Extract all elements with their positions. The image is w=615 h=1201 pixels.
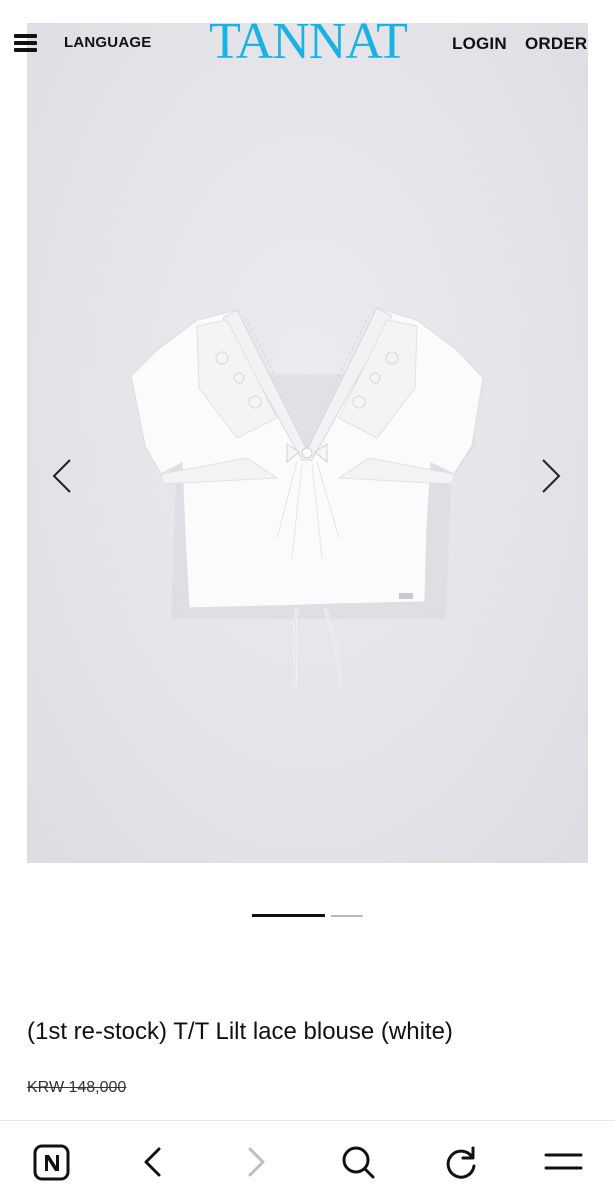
language-link[interactable]: LANGUAGE bbox=[64, 34, 151, 51]
brand-logo[interactable]: TANNAT bbox=[204, 16, 412, 68]
home-n-icon bbox=[33, 1144, 70, 1181]
chevron-left-icon bbox=[52, 459, 71, 493]
order-link[interactable]: ORDER bbox=[525, 34, 587, 54]
product-image-slide[interactable] bbox=[27, 23, 588, 863]
back-button[interactable] bbox=[128, 1139, 176, 1187]
search-button[interactable] bbox=[334, 1139, 382, 1187]
gallery-next-button[interactable] bbox=[531, 446, 571, 506]
gallery-pagination bbox=[0, 914, 615, 920]
browser-menu-button[interactable] bbox=[540, 1139, 588, 1187]
reload-button[interactable] bbox=[437, 1139, 485, 1187]
product-price: KRW 148,000 bbox=[27, 1079, 127, 1096]
pagination-dot-active[interactable] bbox=[252, 914, 325, 917]
product-title: (1st re-stock) T/T Lilt lace blouse (whi… bbox=[27, 1018, 453, 1045]
back-icon bbox=[144, 1147, 161, 1177]
chevron-right-icon bbox=[542, 459, 561, 493]
search-icon bbox=[342, 1146, 375, 1179]
forward-icon bbox=[248, 1147, 265, 1177]
menu-icon bbox=[544, 1153, 583, 1170]
hamburger-menu-icon[interactable] bbox=[14, 32, 38, 54]
forward-button[interactable] bbox=[233, 1139, 281, 1187]
reload-icon bbox=[446, 1146, 476, 1179]
gallery-prev-button[interactable] bbox=[42, 446, 82, 506]
pagination-dot[interactable] bbox=[331, 915, 363, 917]
blouse-image bbox=[130, 307, 484, 689]
home-button[interactable] bbox=[28, 1139, 76, 1187]
login-link[interactable]: LOGIN bbox=[452, 34, 507, 54]
site-header: LANGUAGE TANNAT LOGIN ORDER bbox=[0, 0, 615, 86]
browser-bottom-bar bbox=[0, 1120, 615, 1201]
